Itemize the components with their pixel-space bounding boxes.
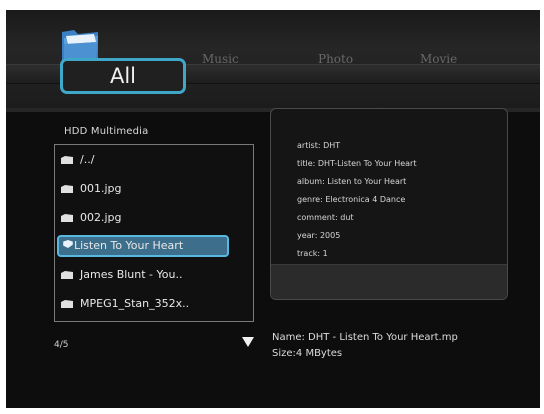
meta-album: album: Listen to Your Heart [297,177,407,186]
folder-icon [61,156,73,164]
tab-photo[interactable]: Photo [318,52,353,66]
list-item-label: /../ [80,153,95,166]
list-item-parent-folder[interactable]: /../ [61,149,247,171]
meta-genre: genre: Electronica 4 Dance [297,195,406,204]
list-item[interactable]: James Blunt - You.. [61,264,247,286]
info-panel-footer [271,264,507,299]
file-icon [61,300,73,308]
page-counter: 4/5 [54,340,69,350]
list-item-label: 001.jpg [80,182,122,195]
meta-artist: artist: DHT [297,141,341,150]
list-item-label: MPEG1_Stan_352x.. [80,297,190,310]
list-item-label: Listen To Your Heart [74,239,184,252]
tab-all[interactable]: All [60,58,186,94]
file-info-panel: artist: DHT title: DHT-Listen To Your He… [270,108,508,300]
meta-title: title: DHT-Listen To Your Heart [297,159,417,168]
file-size-label: Size:4 MBytes [272,348,343,359]
media-player-screen: All Music Photo Movie HDD Multimedia /..… [6,10,540,408]
meta-year: year: 2005 [297,231,341,240]
file-list: /../ 001.jpg 002.jpg Listen To Your Hear… [54,144,254,322]
file-name-label: Name: DHT - Listen To Your Heart.mp [272,332,458,343]
meta-comment: comment: dut [297,213,354,222]
tab-movie[interactable]: Movie [420,52,457,66]
file-icon [61,271,73,279]
list-item-selected[interactable]: Listen To Your Heart [57,235,229,257]
list-item-label: James Blunt - You.. [80,268,183,281]
file-icon [61,214,73,222]
list-item-label: 002.jpg [80,211,122,224]
scroll-down-arrow-icon[interactable] [242,337,254,347]
location-label: HDD Multimedia [64,126,149,137]
list-item[interactable]: MPEG1_Stan_352x.. [61,293,247,315]
meta-track: track: 1 [297,249,328,258]
file-browser-panel: HDD Multimedia /../ 001.jpg 002.jpg List… [6,114,260,384]
tab-music[interactable]: Music [202,52,239,66]
file-icon [61,185,73,193]
list-item[interactable]: 001.jpg [61,178,247,200]
music-file-icon [63,240,73,248]
list-item[interactable]: 002.jpg [61,207,247,229]
